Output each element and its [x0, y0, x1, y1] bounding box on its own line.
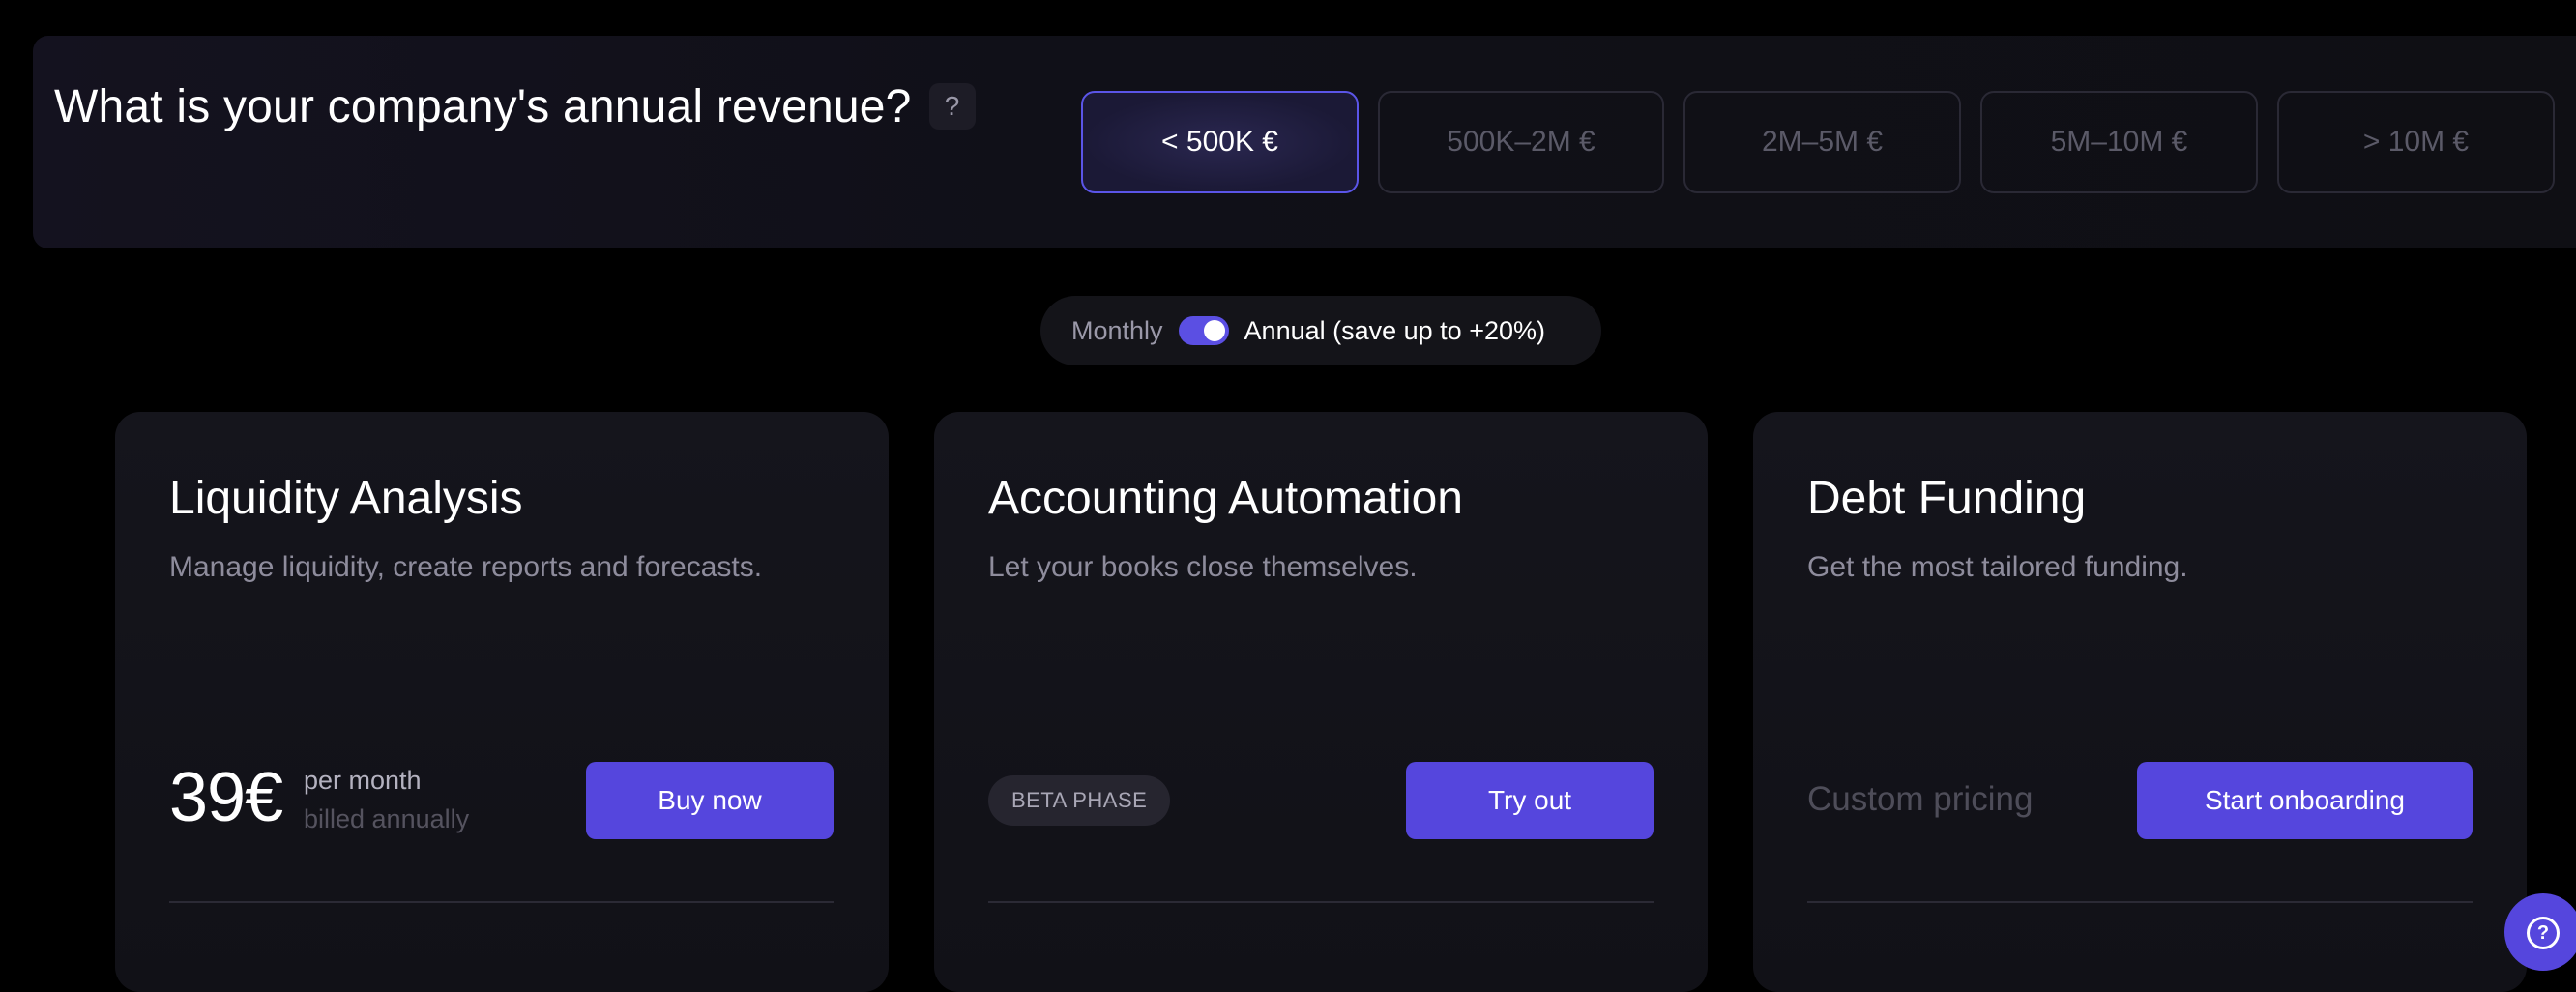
- switch-knob: [1203, 320, 1225, 341]
- card-debt-funding: Debt Funding Get the most tailored fundi…: [1753, 412, 2527, 992]
- revenue-option-500k-2m[interactable]: 500K–2M €: [1378, 91, 1664, 193]
- annual-label[interactable]: Annual (save up to +20%): [1244, 316, 1545, 346]
- revenue-option-over-10m[interactable]: > 10M €: [2277, 91, 2555, 193]
- card-accounting-automation: Accounting Automation Let your books clo…: [934, 412, 1708, 992]
- revenue-option-2m-5m[interactable]: 2M–5M €: [1683, 91, 1961, 193]
- card-divider: [169, 901, 834, 903]
- card-description: Let your books close themselves.: [988, 551, 1418, 583]
- card-title: Accounting Automation: [988, 473, 1463, 524]
- price-billing: billed annually: [304, 804, 470, 833]
- card-description: Get the most tailored funding.: [1807, 551, 2188, 583]
- help-chat-button[interactable]: ?: [2504, 893, 2576, 971]
- start-onboarding-button[interactable]: Start onboarding: [2137, 762, 2473, 839]
- revenue-option-5m-10m[interactable]: 5M–10M €: [1980, 91, 2258, 193]
- beta-badge: BETA PHASE: [988, 775, 1171, 826]
- card-title: Debt Funding: [1807, 473, 2087, 524]
- help-icon[interactable]: ?: [928, 83, 976, 130]
- card-title: Liquidity Analysis: [169, 473, 523, 524]
- try-out-button[interactable]: Try out: [1406, 762, 1654, 839]
- monthly-label[interactable]: Monthly: [1071, 316, 1163, 346]
- question-mark-icon: ?: [2527, 917, 2560, 949]
- billing-switch[interactable]: [1178, 316, 1229, 345]
- custom-pricing: Custom pricing: [1807, 780, 2034, 818]
- revenue-question: What is your company's annual revenue? ?: [54, 79, 976, 133]
- card-liquidity-analysis: Liquidity Analysis Manage liquidity, cre…: [115, 412, 889, 992]
- price-period: per month: [304, 766, 422, 795]
- card-description: Manage liquidity, create reports and for…: [169, 551, 763, 583]
- billing-toggle: Monthly Annual (save up to +20%): [1040, 296, 1601, 365]
- revenue-question-text: What is your company's annual revenue?: [54, 80, 912, 132]
- card-divider: [988, 901, 1654, 903]
- card-divider: [1807, 901, 2473, 903]
- buy-now-button[interactable]: Buy now: [586, 762, 834, 839]
- revenue-option-under-500k[interactable]: < 500K €: [1081, 91, 1359, 193]
- price-amount: 39€: [169, 759, 283, 836]
